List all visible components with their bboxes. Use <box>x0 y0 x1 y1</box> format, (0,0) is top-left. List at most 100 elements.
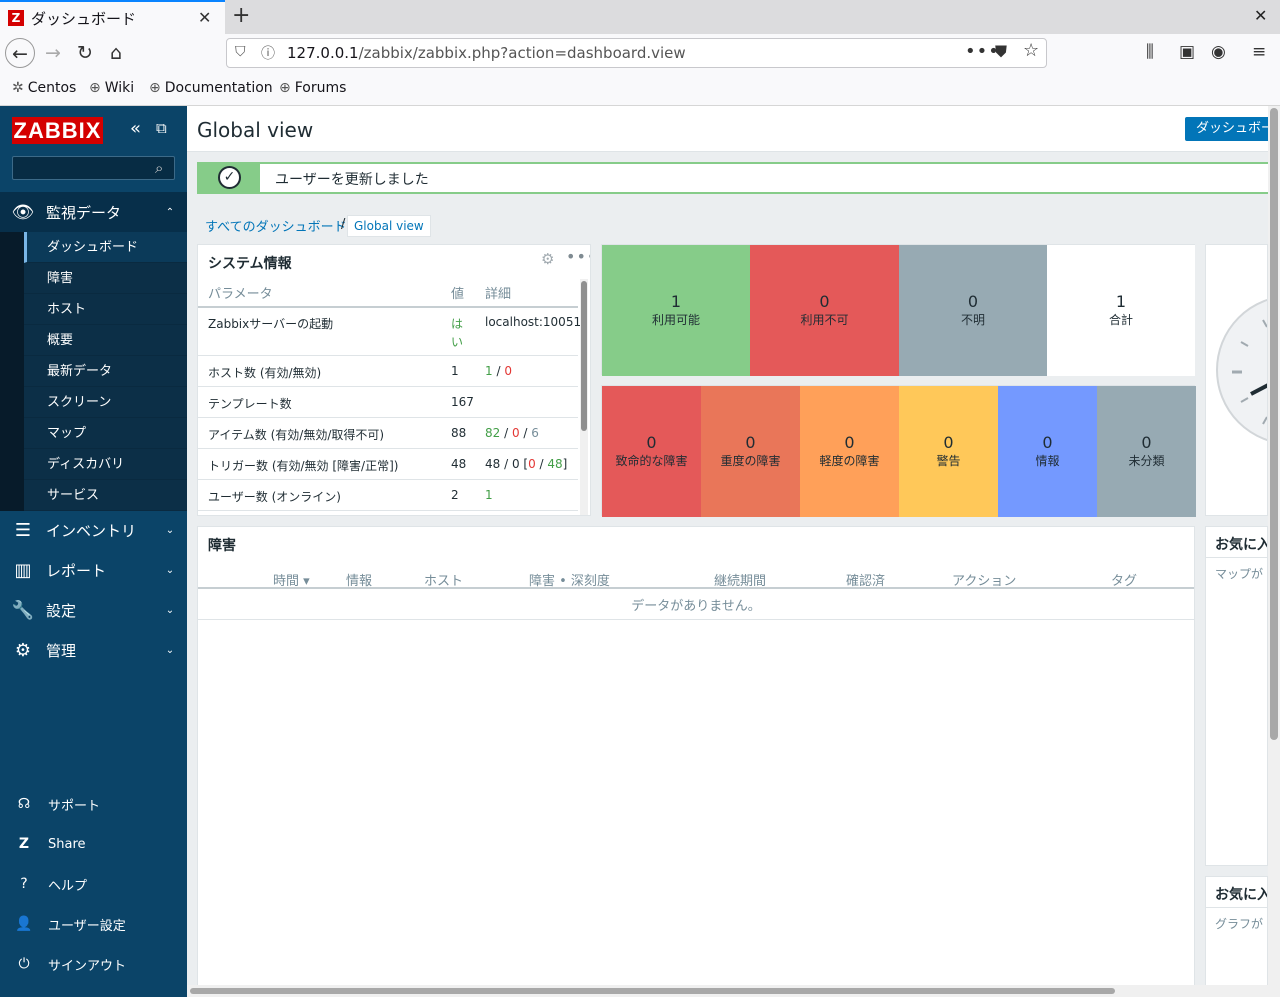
cell-part: / <box>492 364 505 378</box>
column-header: 値 <box>451 287 465 302</box>
eye-icon: 👁 <box>11 201 35 223</box>
url-path: /zabbix/zabbix.php?action=dashboard.view <box>358 44 686 62</box>
table-cell: Zabbixサーバーの起動 <box>208 317 334 331</box>
menu-inventory[interactable]: ☰ インベントリ ⌄ <box>0 510 187 550</box>
label: 情報 <box>1035 454 1060 468</box>
sidebar-search-input[interactable]: ⌕ <box>12 156 175 180</box>
table-cell: 48 <box>451 457 467 471</box>
cell-part: 82 <box>485 426 501 440</box>
centos-icon: ✲ <box>12 80 24 96</box>
new-tab-icon[interactable]: + <box>232 3 250 28</box>
home-icon[interactable]: ⌂ <box>101 38 131 68</box>
browser-nav-bar: ← → ↻ ⌂ ⛉ ⓘ 127.0.0.1/zabbix/zabbix.php?… <box>0 34 1280 72</box>
info-icon[interactable]: ⓘ <box>261 43 275 63</box>
chevron-up-icon: ⌃ <box>165 206 175 218</box>
menu-label: レポート <box>46 561 107 580</box>
clock-face <box>1216 295 1267 445</box>
tab-close-icon[interactable]: ✕ <box>198 8 211 27</box>
sidebar-item-problems[interactable]: 障害 <box>24 263 187 294</box>
power-icon: ⏻ <box>18 956 30 972</box>
bar-chart-icon: ▥ <box>14 559 32 581</box>
gear-icon[interactable]: ⚙ <box>541 250 554 268</box>
severity-high[interactable]: 0 重度の障害 <box>701 386 800 517</box>
cell-part: 0 <box>511 426 520 440</box>
menu-monitoring[interactable]: 👁 監視データ ⌃ <box>0 192 187 232</box>
sidebar-user-settings[interactable]: 👤 ユーザー設定 <box>0 904 187 944</box>
breadcrumb-current[interactable]: Global view <box>347 215 431 237</box>
bookmark-wiki[interactable]: ⊕ Wiki <box>89 80 134 96</box>
sidebar-sign-out[interactable]: ⏻ サインアウト <box>0 944 187 984</box>
menu-administration[interactable]: ⚙ 管理 ⌄ <box>0 630 187 670</box>
widget-title: お気に入 <box>1215 537 1268 553</box>
sidebar-share[interactable]: Z Share <box>0 824 187 864</box>
sidebar-item-services[interactable]: サービス <box>24 480 187 511</box>
sidebar-support[interactable]: ☊ サポート <box>0 784 187 824</box>
account-icon[interactable]: ◉ <box>1211 42 1226 62</box>
severity-information[interactable]: 0 情報 <box>998 386 1097 517</box>
breadcrumb-all-dashboards[interactable]: すべてのダッシュボード <box>205 216 347 235</box>
menu-icon[interactable]: ≡ <box>1252 42 1266 62</box>
sidebar-item-latest-data[interactable]: 最新データ <box>24 356 187 387</box>
table-cell: トリガー数 (有効/無効 [障害/正常]) <box>208 459 399 473</box>
browser-tab[interactable]: Z ダッシュボード ✕ <box>0 0 225 34</box>
window-close-icon[interactable]: ✕ <box>1254 6 1267 25</box>
label: 致命的な障害 <box>615 454 688 468</box>
dashboards-button[interactable]: ダッシュボー <box>1185 117 1275 141</box>
collapse-sidebar-icon[interactable]: « <box>130 118 141 139</box>
page-header: Global view ダッシュボー <box>187 106 1275 152</box>
bookmark-documentation[interactable]: ⊕ Documentation <box>149 80 273 96</box>
more-options-icon[interactable]: ••• <box>566 247 590 266</box>
scrollbar-thumb[interactable] <box>1270 108 1278 740</box>
globe-icon: ⊕ <box>279 80 291 96</box>
shield-icon[interactable]: ⛉ <box>235 44 246 60</box>
page-vertical-scrollbar[interactable] <box>1268 106 1280 997</box>
url-bar[interactable]: ⛉ ⓘ 127.0.0.1/zabbix/zabbix.php?action=d… <box>226 38 1047 68</box>
page-horizontal-scrollbar[interactable] <box>187 985 1268 997</box>
back-icon[interactable]: ← <box>5 38 35 68</box>
label: 軽度の障害 <box>819 454 880 468</box>
availability-unknown[interactable]: 0 不明 <box>899 245 1047 376</box>
library-icon[interactable]: ⫼ <box>1146 42 1154 62</box>
availability-unavailable[interactable]: 0 利用不可 <box>750 245 899 376</box>
availability-available[interactable]: 1 利用可能 <box>602 245 750 376</box>
kiosk-mode-icon[interactable]: ⧉ <box>156 119 167 137</box>
menu-configuration[interactable]: 🔧 設定 ⌄ <box>0 590 187 630</box>
menu-reports[interactable]: ▥ レポート ⌄ <box>0 550 187 590</box>
severity-warning[interactable]: 0 警告 <box>899 386 998 517</box>
forward-icon[interactable]: → <box>38 38 68 68</box>
availability-total[interactable]: 1 合計 <box>1047 245 1195 376</box>
sidebar-item-screens[interactable]: スクリーン <box>24 387 187 418</box>
bookmark-star-icon[interactable]: ☆ <box>1023 40 1039 61</box>
submenu-strip <box>0 232 24 511</box>
sidebar-help[interactable]: ? ヘルプ <box>0 864 187 904</box>
zabbix-logo[interactable]: ZABBIX <box>12 117 103 144</box>
sidebar-toggle-icon[interactable]: ▣ <box>1179 42 1195 62</box>
pocket-icon[interactable]: ⛊ <box>995 42 1007 62</box>
severity-not-classified[interactable]: 0 未分類 <box>1097 386 1196 517</box>
severity-average[interactable]: 0 軽度の障害 <box>800 386 899 517</box>
sidebar-item-dashboard[interactable]: ダッシュボード <box>24 232 187 263</box>
bookmark-forums[interactable]: ⊕ Forums <box>279 80 346 96</box>
sidebar-bottom-label: ユーザー設定 <box>48 918 126 934</box>
bookmark-centos[interactable]: ✲ Centos <box>12 80 76 96</box>
search-icon[interactable]: ⌕ <box>155 159 163 177</box>
sidebar-item-maps[interactable]: マップ <box>24 418 187 449</box>
sidebar-item-discovery[interactable]: ディスカバリ <box>24 449 187 480</box>
chevron-down-icon: ⌄ <box>165 524 175 536</box>
cell-part: / <box>500 426 512 440</box>
reload-icon[interactable]: ↻ <box>70 38 100 68</box>
sidebar-item-overview[interactable]: 概要 <box>24 325 187 356</box>
count: 0 <box>943 433 954 452</box>
problems-widget: 障害 時間 ▾ 情報 ホスト 障害 • 深刻度 継続期間 確認済 アクション タ… <box>197 526 1195 997</box>
empty-text: マップが <box>1215 567 1264 581</box>
url-text[interactable]: 127.0.0.1/zabbix/zabbix.php?action=dashb… <box>287 44 686 62</box>
widget-scrollbar-thumb[interactable] <box>581 281 587 431</box>
scrollbar-thumb[interactable] <box>190 988 1115 994</box>
column-header: パラメータ <box>208 287 273 302</box>
success-message: ✓ ユーザーを更新しました <box>197 162 1277 194</box>
sidebar-item-hosts[interactable]: ホスト <box>24 294 187 325</box>
problems-by-severity-widget: 0 致命的な障害 0 重度の障害 0 軽度の障害 0 警告 0 情報 0 未分類 <box>601 385 1196 517</box>
url-host: 127.0.0.1 <box>287 44 359 62</box>
severity-disaster[interactable]: 0 致命的な障害 <box>602 386 701 517</box>
empty-text: グラフが <box>1215 917 1264 931</box>
